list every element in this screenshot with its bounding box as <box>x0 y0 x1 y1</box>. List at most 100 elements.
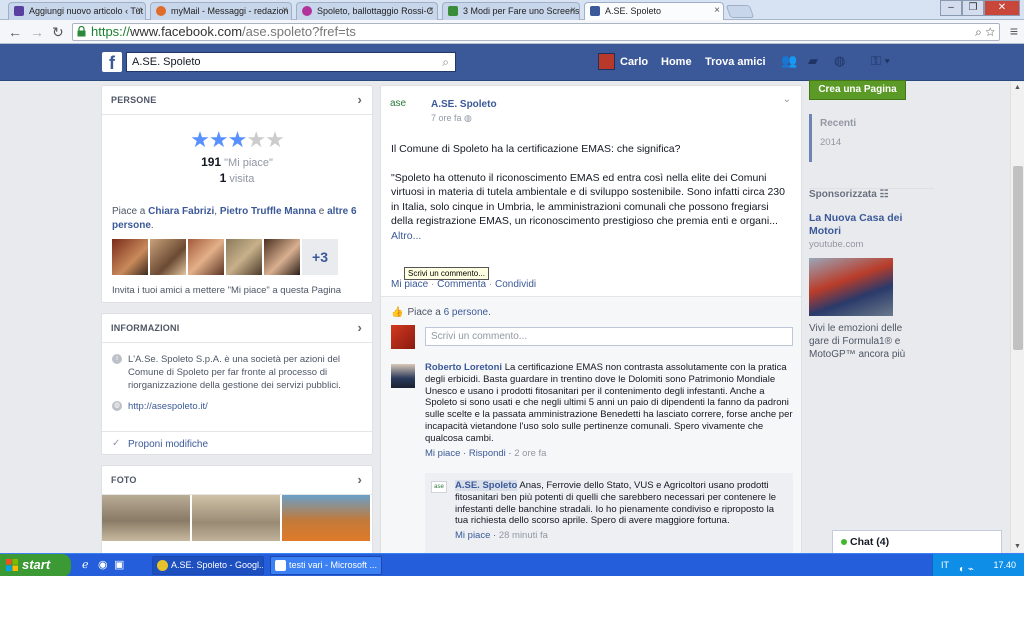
chevron-right-icon[interactable]: › <box>357 92 362 107</box>
user-avatar[interactable] <box>598 53 615 70</box>
minimize-icon[interactable]: – <box>940 0 962 16</box>
friend-photo[interactable] <box>264 239 300 275</box>
facebook-logo-icon[interactable]: f <box>102 52 122 73</box>
star-empty-icon: ★ <box>265 127 285 152</box>
separator: · <box>431 279 435 290</box>
taskbar-item-chrome[interactable]: A.SE. Spoleto - Googl... <box>152 556 264 575</box>
tab-close-icon[interactable]: × <box>428 3 434 19</box>
like-action[interactable]: Mi piace <box>391 279 428 290</box>
app-quicklaunch-icon[interactable]: ▣ <box>114 558 124 571</box>
user-name-link[interactable]: Carlo <box>620 56 648 68</box>
reply-author[interactable]: A.SE. Spoleto <box>455 480 518 491</box>
people-card-header[interactable]: PERSONE › <box>102 86 372 115</box>
privacy-settings-icon[interactable]: ⚿ ▾ <box>871 54 911 68</box>
ad-title[interactable]: La Nuova Casa dei Motori <box>809 212 934 238</box>
share-action[interactable]: Condividi <box>495 279 536 290</box>
ad-url[interactable]: youtube.com <box>809 239 934 250</box>
friend-link-2[interactable]: Pietro Truffle Manna <box>220 206 316 217</box>
fountain-photo[interactable] <box>192 495 280 541</box>
restore-icon[interactable]: ❐ <box>962 0 984 16</box>
post-timestamp[interactable]: 7 ore fa ◍ <box>431 113 472 124</box>
browser-tab-4[interactable]: 3 Modi per Fare uno Screens × <box>442 2 580 20</box>
current-user-avatar[interactable] <box>391 325 415 349</box>
forward-arrow-icon[interactable]: → <box>30 23 44 41</box>
chevron-right-icon[interactable]: › <box>357 320 362 335</box>
page-logo[interactable]: ase <box>390 98 422 118</box>
fountain-photo[interactable] <box>102 495 190 541</box>
scrollbar-thumb[interactable] <box>1013 166 1023 350</box>
browser-tab-3[interactable]: Spoleto, ballottaggio Rossi-C × <box>296 2 438 20</box>
commenter-avatar[interactable] <box>391 364 415 388</box>
info-icon: i <box>112 354 122 364</box>
people-card: PERSONE › ★★★★★ 191 "Mi piace" 1 visita … <box>101 85 373 303</box>
window-close-icon[interactable]: ✕ <box>984 0 1020 16</box>
scroll-down-icon[interactable]: ▼ <box>1014 543 1021 550</box>
new-tab-button[interactable] <box>725 5 755 18</box>
browser-tabstrip: Aggiungi nuovo articolo ‹ Tut × myMail -… <box>0 0 1024 20</box>
find-friends-link[interactable]: Trova amici <box>705 56 766 68</box>
comment-author[interactable]: Roberto Loretoni <box>425 362 502 373</box>
comment-input[interactable]: Scrivi un commento... <box>425 327 793 346</box>
language-indicator[interactable]: IT <box>941 554 949 576</box>
messages-icon[interactable]: ▰ <box>808 54 824 68</box>
tray-icons[interactable]: ◐ ⌁ <box>959 559 974 576</box>
page-scrollbar[interactable]: ▲ ▼ <box>1010 82 1024 552</box>
tab-close-icon[interactable]: × <box>714 3 720 19</box>
chat-bar[interactable]: Chat (4) <box>832 530 1002 553</box>
likes-people-link[interactable]: 6 persone <box>444 307 488 318</box>
motorbike-ad-image[interactable] <box>809 258 893 316</box>
search-value: A.SE. Spoleto <box>132 56 201 68</box>
tab-close-icon[interactable]: × <box>136 3 142 19</box>
friend-photo[interactable] <box>226 239 262 275</box>
see-more-link[interactable]: Altro... <box>391 230 421 242</box>
friend-photo[interactable] <box>150 239 186 275</box>
facebook-search-input[interactable]: A.SE. Spoleto ⌕ <box>126 52 456 72</box>
search-icon[interactable]: ⌕ <box>442 53 449 71</box>
year-link[interactable]: 2014 <box>820 137 934 148</box>
reply-time[interactable]: 28 minuti fa <box>499 530 548 541</box>
chevron-right-icon[interactable]: › <box>357 472 362 487</box>
home-link[interactable]: Home <box>661 56 692 68</box>
taskbar-item-word[interactable]: testi vari - Microsoft ... <box>270 556 382 575</box>
scroll-up-icon[interactable]: ▲ <box>1014 84 1021 91</box>
friend-requests-icon[interactable]: 👥 <box>781 54 797 68</box>
comment-reply-link[interactable]: Rispondi <box>469 448 506 459</box>
tab-close-icon[interactable]: × <box>282 3 288 19</box>
friend-link-1[interactable]: Chiara Fabrizi <box>148 206 214 217</box>
tab-close-icon[interactable]: × <box>570 3 576 19</box>
friend-photo[interactable] <box>188 239 224 275</box>
info-card-header[interactable]: INFORMAZIONI › <box>102 314 372 343</box>
people-photo[interactable] <box>282 495 370 541</box>
photos-card-header[interactable]: FOTO › <box>102 466 372 495</box>
website-link[interactable]: http://asespoleto.it/ <box>128 401 208 412</box>
ad-edit-icon[interactable]: ☷ <box>880 189 889 200</box>
invite-friends-link[interactable]: Invita i tuoi amici a mettere "Mi piace"… <box>102 275 372 304</box>
reply-page-avatar[interactable]: ase <box>431 481 447 493</box>
address-bar[interactable]: https://www.facebook.com/ase.spoleto?fre… <box>72 23 1000 41</box>
post-options-chevron-icon[interactable]: ⌄ <box>783 94 791 105</box>
clock[interactable]: 17.40 <box>993 554 1016 576</box>
comment-like-link[interactable]: Mi piace <box>425 448 460 459</box>
chrome-menu-icon[interactable]: ≡ <box>1010 23 1018 39</box>
back-arrow-icon[interactable]: ← <box>8 23 22 41</box>
notifications-globe-icon[interactable]: ◍ <box>834 54 850 68</box>
reload-icon[interactable]: ↻ <box>52 23 64 41</box>
friend-photo[interactable] <box>112 239 148 275</box>
start-button[interactable]: start <box>0 554 71 576</box>
post-page-name[interactable]: A.SE. Spoleto <box>431 99 497 110</box>
ie-quicklaunch-icon[interactable]: ℯ <box>82 558 89 571</box>
browser-tab-1[interactable]: Aggiungi nuovo articolo ‹ Tut × <box>8 2 146 20</box>
recent-label[interactable]: Recenti <box>820 114 934 129</box>
chrome-quicklaunch-icon[interactable]: ◉ <box>98 558 108 571</box>
comment-time[interactable]: 2 ore fa <box>514 448 546 459</box>
comment-action[interactable]: Commenta <box>437 279 486 290</box>
zoom-star-icons[interactable]: ⌕ ☆ <box>975 24 995 40</box>
suggest-edits-row[interactable]: ✓ Proponi modifiche <box>102 431 372 459</box>
more-friends-count[interactable]: +3 <box>302 239 338 275</box>
create-page-button[interactable]: Crea una Pagina <box>809 80 906 100</box>
browser-tab-2[interactable]: myMail - Messaggi - redazion × <box>150 2 292 20</box>
browser-tab-5-active[interactable]: A.SE. Spoleto × <box>584 2 724 20</box>
suggest-edits-link[interactable]: Proponi modifiche <box>128 439 208 450</box>
post-paragraph-2-text: "Spoleto ha ottenuto il riconoscimento E… <box>391 171 785 228</box>
reply-like-link[interactable]: Mi piace <box>455 530 490 541</box>
